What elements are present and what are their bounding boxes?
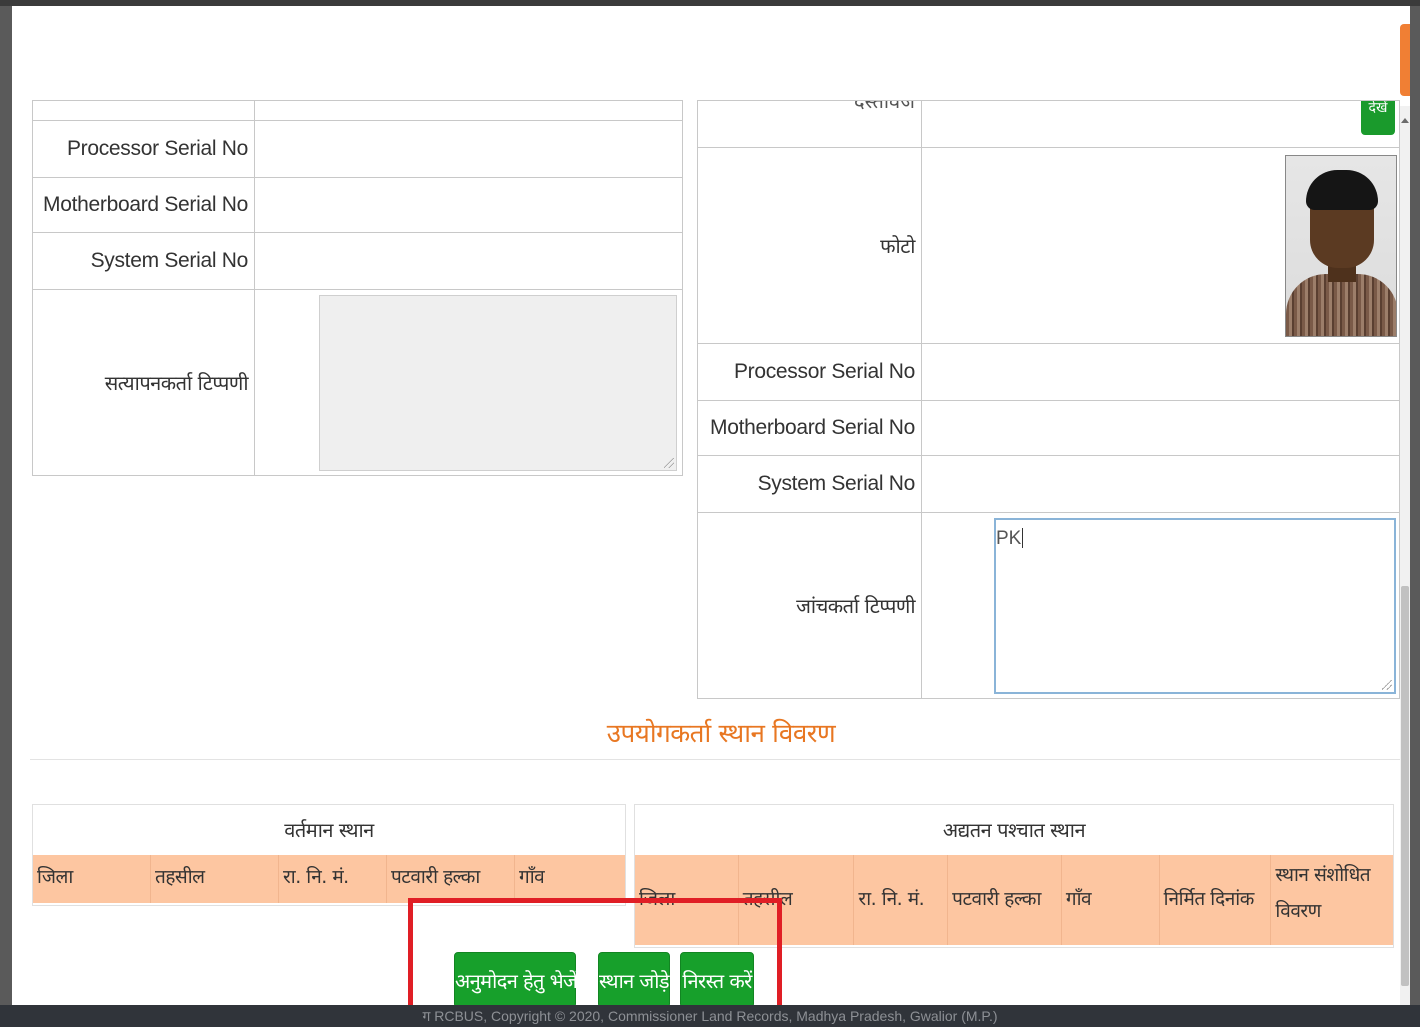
- system-serial-label-right: System Serial No: [697, 455, 922, 513]
- scrollbar[interactable]: [1400, 106, 1410, 1018]
- resize-grip-icon[interactable]: [664, 457, 674, 468]
- processor-serial-value: [254, 120, 683, 178]
- send-for-approval-button[interactable]: अनुमोदन हेतु भेजें: [454, 952, 578, 1008]
- photo-label: फोटो: [697, 147, 922, 344]
- col-patwari-halka: पटवारी हल्का: [387, 855, 515, 903]
- scroll-up-icon[interactable]: [1401, 118, 1409, 123]
- col-village-updated: गाँव: [1062, 855, 1160, 945]
- col-village: गाँव: [519, 866, 545, 888]
- user-photo: [1285, 154, 1397, 337]
- verifier-remark-textarea[interactable]: [319, 294, 677, 471]
- resize-grip-icon[interactable]: [1382, 679, 1392, 690]
- system-serial-value-right: [921, 455, 1400, 513]
- scroll-thumb[interactable]: [1401, 586, 1409, 986]
- col-district-updated: जिला: [635, 855, 739, 945]
- col-district: जिला: [33, 855, 151, 903]
- section-title: उपयोगकर्ता स्थान विवरण: [606, 719, 836, 749]
- col-tehsil-updated: तहसील: [739, 855, 855, 945]
- col-created-date: निर्मित दिनांक: [1160, 855, 1272, 945]
- divider: [30, 759, 1405, 760]
- col-location-change-details: स्थान संशोधित विवरण: [1275, 864, 1371, 922]
- updated-location-header-row: जिला तहसील रा. नि. मं. पटवारी हल्का गाँव…: [635, 855, 1393, 945]
- page-footer: ग RCBUS, Copyright © 2020, Commissioner …: [0, 1005, 1420, 1027]
- inspector-details-table: दस्तावेज देखें फोटो Processor Serial No …: [697, 100, 1400, 699]
- close-icon[interactable]: [1400, 24, 1410, 96]
- processor-serial-value-right: [921, 343, 1400, 401]
- processor-serial-label: Processor Serial No: [32, 120, 255, 178]
- verifier-details-table: Processor Serial No Motherboard Serial N…: [32, 100, 683, 476]
- col-patwari-halka-updated: पटवारी हल्का: [948, 855, 1062, 945]
- add-location-button[interactable]: स्थान जोड़े: [598, 952, 670, 1008]
- motherboard-serial-value: [254, 177, 683, 233]
- col-rnm-updated: रा. नि. मं.: [854, 855, 949, 945]
- motherboard-serial-value-right: [921, 400, 1400, 456]
- col-tehsil: तहसील: [151, 855, 279, 903]
- processor-serial-label-right: Processor Serial No: [697, 343, 922, 401]
- cancel-button[interactable]: निरस्त करें: [680, 952, 754, 1008]
- current-location-heading: वर्तमान स्थान: [284, 818, 374, 842]
- user-details-modal: Processor Serial No Motherboard Serial N…: [12, 6, 1410, 1018]
- current-location-panel: वर्तमान स्थान जिला तहसील रा. नि. मं. पटव…: [32, 804, 626, 906]
- inspector-remark-textarea[interactable]: PK: [994, 517, 1396, 694]
- inspector-remark-label: जांचकर्ता टिप्पणी: [697, 512, 922, 699]
- view-document-button[interactable]: देखें: [1361, 101, 1395, 135]
- text-caret: [1022, 528, 1024, 549]
- updated-location-heading: अद्यतन पश्चात स्थान: [942, 818, 1086, 842]
- updated-location-panel: अद्यतन पश्चात स्थान जिला तहसील रा. नि. म…: [634, 804, 1394, 948]
- current-location-header-row: जिला तहसील रा. नि. मं. पटवारी हल्का गाँव: [33, 855, 625, 903]
- col-rnm: रा. नि. मं.: [279, 855, 387, 903]
- system-serial-value: [254, 232, 683, 290]
- motherboard-serial-label-right: Motherboard Serial No: [697, 400, 922, 456]
- system-serial-label: System Serial No: [32, 232, 255, 290]
- motherboard-serial-label: Motherboard Serial No: [32, 177, 255, 233]
- document-label: दस्तावेज: [854, 101, 915, 113]
- verifier-remark-label: सत्यापनकर्ता टिप्पणी: [32, 289, 255, 476]
